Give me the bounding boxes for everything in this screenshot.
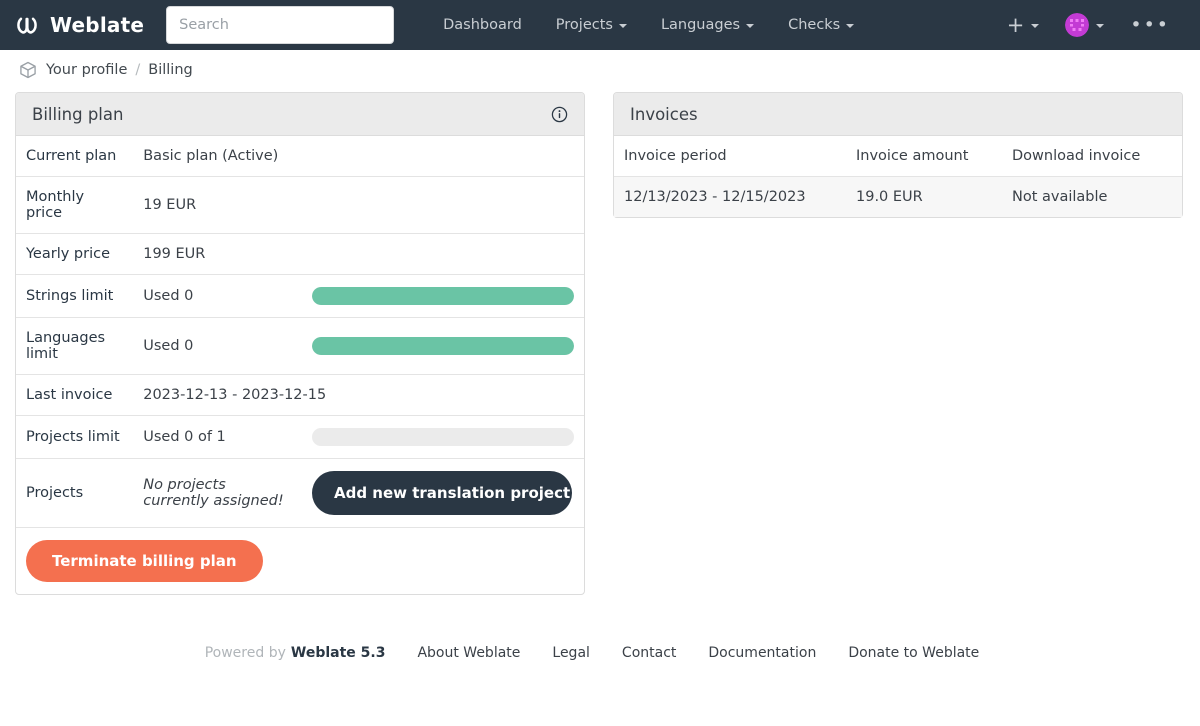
table-row: Projects No projects currently assigned!… [16, 458, 584, 528]
billing-plan-column: Billing plan Current plan Basic plan (Ac… [15, 92, 585, 595]
nav-label: Projects [555, 17, 613, 33]
add-new-translation-project-button[interactable]: Add new translation project [312, 471, 572, 515]
page-footer: Powered by Weblate 5.3 About Weblate Leg… [0, 645, 1200, 681]
row-label-monthly-price: Monthly price [16, 176, 134, 234]
column-header-download-invoice: Download invoice [1002, 136, 1182, 177]
cell-invoice-period: 12/13/2023 - 12/15/2023 [614, 176, 846, 217]
nav-label: Languages [660, 17, 741, 33]
footer-version-link[interactable]: Weblate 5.3 [291, 645, 386, 661]
navbar-right-actions: + ••• [997, 7, 1186, 43]
billing-plan-panel: Billing plan Current plan Basic plan (Ac… [15, 92, 585, 595]
panel-title: Invoices [630, 104, 698, 124]
main-nav: Dashboard Projects Languages Checks [426, 9, 871, 41]
row-value-yearly-price: 199 EUR [133, 233, 584, 275]
breadcrumb: Your profile / Billing [0, 50, 1200, 86]
footer-link-contact[interactable]: Contact [622, 645, 676, 661]
table-row: Current plan Basic plan (Active) [16, 136, 584, 177]
plus-icon: + [1006, 13, 1025, 37]
table-row: Languages limit Used 0 [16, 317, 584, 375]
chevron-down-icon [846, 24, 855, 28]
user-menu-button[interactable] [1055, 7, 1114, 43]
main-content: Billing plan Current plan Basic plan (Ac… [0, 86, 1200, 595]
strings-limit-progress-cell [302, 274, 584, 318]
nav-label: Checks [788, 17, 841, 33]
row-label-current-plan: Current plan [26, 148, 117, 164]
languages-limit-progress-cell [302, 317, 584, 375]
search-input[interactable] [166, 6, 395, 44]
row-value-current-plan: Basic plan (Active) [143, 148, 279, 164]
row-label-yearly-price: Yearly price [16, 233, 134, 275]
row-value-monthly-price: 19 EUR [133, 176, 584, 234]
nav-item-dashboard[interactable]: Dashboard [426, 9, 539, 41]
add-menu-button[interactable]: + [997, 12, 1050, 38]
search-container [166, 6, 395, 44]
invoices-panel: Invoices Invoice period Invoice amount D… [613, 92, 1183, 218]
row-label-strings-limit: Strings limit [16, 274, 134, 318]
add-project-cell: Add new translation project [302, 458, 584, 528]
brand-home-link[interactable]: Weblate [14, 12, 144, 38]
row-value-strings-limit: Used 0 [133, 274, 302, 318]
chevron-down-icon [1031, 24, 1040, 28]
user-avatar-identicon [1065, 13, 1090, 37]
weblate-logo-icon [14, 12, 40, 38]
cell-invoice-amount: 19.0 EUR [846, 176, 1002, 217]
chevron-down-icon [746, 24, 755, 28]
chevron-down-icon [1096, 24, 1105, 28]
table-row: Projects limit Used 0 of 1 [16, 415, 584, 459]
terminate-cell: Terminate billing plan [16, 527, 584, 594]
projects-limit-progress-cell [302, 415, 584, 459]
table-row: Yearly price 199 EUR [16, 233, 584, 275]
row-value-projects: No projects currently assigned! [133, 458, 302, 528]
table-row: 12/13/2023 - 12/15/2023 19.0 EUR Not ava… [614, 176, 1182, 217]
chevron-down-icon [618, 24, 627, 28]
billing-plan-panel-header: Billing plan [16, 93, 584, 136]
nav-item-languages[interactable]: Languages [644, 9, 771, 41]
row-label-languages-limit: Languages limit [16, 317, 134, 375]
row-value-last-invoice: 2023-12-13 - 2023-12-15 [133, 374, 584, 416]
progress-track [312, 428, 574, 446]
row-value-languages-limit: Used 0 [133, 317, 302, 375]
footer-link-donate-to-weblate[interactable]: Donate to Weblate [848, 645, 979, 661]
footer-link-about-weblate[interactable]: About Weblate [417, 645, 520, 661]
row-label-last-invoice: Last invoice [16, 374, 134, 416]
table-row: Terminate billing plan [16, 527, 584, 594]
cell-download-invoice: Not available [1002, 176, 1182, 217]
info-circle-icon[interactable] [551, 106, 568, 123]
row-label-projects-limit: Projects limit [16, 415, 134, 459]
nav-label: Dashboard [443, 17, 522, 33]
footer-powered-by-text: Powered by [204, 645, 286, 661]
invoices-panel-header: Invoices [614, 93, 1182, 136]
strings-limit-progress-bar [312, 287, 574, 305]
row-label-projects: Projects [16, 458, 134, 528]
top-navbar: Weblate Dashboard Projects Languages Che… [0, 0, 1200, 50]
footer-link-legal[interactable]: Legal [552, 645, 590, 661]
breadcrumb-item-billing: Billing [148, 62, 193, 78]
table-row: Monthly price 19 EUR [16, 176, 584, 234]
invoices-column: Invoices Invoice period Invoice amount D… [613, 92, 1183, 218]
invoices-table: Invoice period Invoice amount Download i… [614, 136, 1182, 217]
billing-plan-table: Current plan Basic plan (Active) Monthly… [16, 136, 584, 594]
brand-name: Weblate [50, 13, 145, 37]
progress-track [312, 337, 574, 355]
breadcrumb-item-your-profile[interactable]: Your profile [46, 62, 127, 78]
progress-track [312, 287, 574, 305]
nav-item-checks[interactable]: Checks [771, 9, 871, 41]
terminate-billing-plan-button[interactable]: Terminate billing plan [26, 540, 263, 582]
row-value-projects-limit: Used 0 of 1 [133, 415, 302, 459]
panel-title: Billing plan [32, 104, 124, 124]
table-row: Last invoice 2023-12-13 - 2023-12-15 [16, 374, 584, 416]
overflow-menu-button[interactable]: ••• [1120, 13, 1180, 37]
nav-item-projects[interactable]: Projects [539, 9, 644, 41]
ellipsis-icon: ••• [1130, 14, 1170, 36]
column-header-invoice-amount: Invoice amount [846, 136, 1002, 177]
table-header-row: Invoice period Invoice amount Download i… [614, 136, 1182, 177]
footer-link-documentation[interactable]: Documentation [708, 645, 816, 661]
breadcrumb-separator: / [135, 62, 141, 78]
table-row: Strings limit Used 0 [16, 274, 584, 318]
cube-icon [18, 60, 38, 80]
languages-limit-progress-bar [312, 337, 574, 355]
column-header-invoice-period: Invoice period [614, 136, 846, 177]
